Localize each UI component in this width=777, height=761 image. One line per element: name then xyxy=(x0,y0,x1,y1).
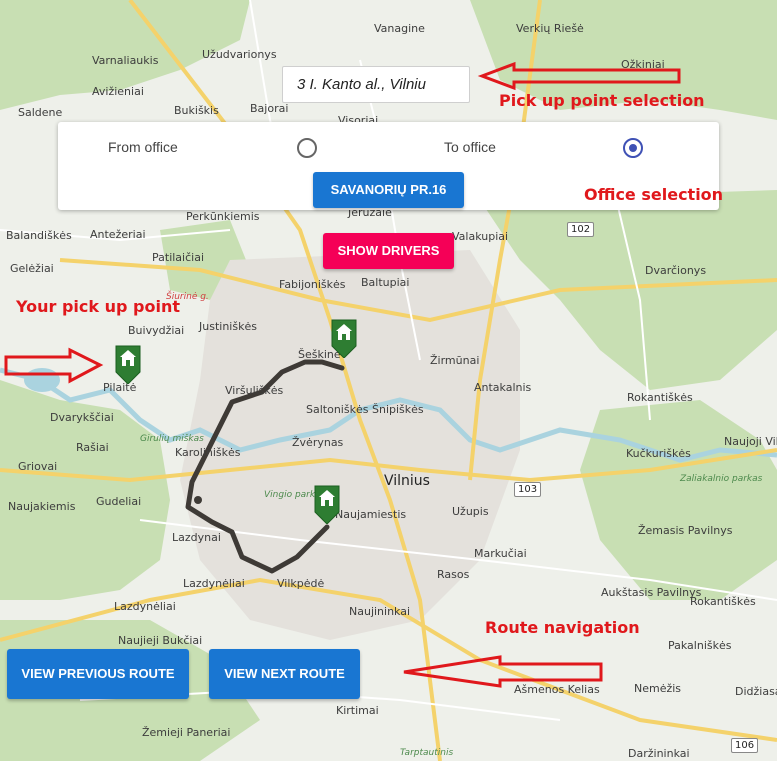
pickup-marker-icon[interactable] xyxy=(114,344,142,384)
route-waypoint xyxy=(194,496,202,504)
place-label: Viršuliškės xyxy=(225,384,284,397)
from-office-radio[interactable] xyxy=(297,138,317,158)
place-label: Žvėrynas xyxy=(292,436,344,449)
place-label: Naujoji Vilnia xyxy=(724,435,777,448)
place-label: Žirmūnai xyxy=(430,354,480,367)
place-label: Verkių Riešė xyxy=(516,22,584,35)
office-marker-icon[interactable] xyxy=(330,318,358,358)
place-label: Antakalnis xyxy=(474,381,532,394)
show-drivers-button[interactable]: SHOW DRIVERS xyxy=(323,233,454,269)
annotation-pickup-selection: Pick up point selection xyxy=(499,91,705,110)
place-label: Ašmenos Kelias xyxy=(514,683,600,696)
park-label: Zaliakalnio parkas xyxy=(680,474,763,484)
place-label: Buivydžiai xyxy=(128,324,185,337)
view-next-route-button[interactable]: VIEW NEXT ROUTE xyxy=(209,649,360,699)
place-label: Griovai xyxy=(18,460,58,473)
place-label: Markučiai xyxy=(474,547,527,560)
place-label: Šnipiškės xyxy=(372,403,424,416)
place-label: Justiniškės xyxy=(199,320,257,333)
place-label: Rokantiškės xyxy=(627,391,693,404)
place-label: Daržininkai xyxy=(628,747,690,760)
place-label: Aukštasis Pavilnys xyxy=(601,586,702,599)
place-label: Fabijoniškės xyxy=(279,278,346,291)
annotation-your-pickup: Your pick up point xyxy=(16,297,180,316)
place-label: Rasos xyxy=(437,568,470,581)
lake xyxy=(24,368,60,392)
annotation-office-selection: Office selection xyxy=(584,185,724,204)
from-office-label: From office xyxy=(108,139,178,155)
view-previous-route-button[interactable]: VIEW PREVIOUS ROUTE xyxy=(7,649,189,699)
place-label: Žemieji Paneriai xyxy=(142,726,231,739)
place-label: Patilaičiai xyxy=(152,251,205,264)
office-marker-icon[interactable] xyxy=(313,484,341,524)
place-label: Naujininkai xyxy=(349,605,411,618)
place-label: Rašiai xyxy=(76,441,109,454)
place-label: Lazdynėliai xyxy=(183,577,245,590)
place-label: Užudvarionys xyxy=(202,48,277,61)
place-label: Rokantiškės xyxy=(690,595,756,608)
to-office-radio[interactable] xyxy=(623,138,643,158)
city-label: Vilnius xyxy=(384,473,430,489)
place-label: Užupis xyxy=(452,505,489,518)
place-label: Didžiasalis xyxy=(735,685,777,698)
place-label: Baltupiai xyxy=(361,276,410,289)
place-label: Valakupiai xyxy=(452,230,509,243)
place-label: Naujakiemis xyxy=(8,500,76,513)
road-shield: 106 xyxy=(731,738,759,753)
place-label: Vanagine xyxy=(374,22,425,35)
place-label: Tarptautinis xyxy=(400,748,454,758)
place-label: Perkūnkiemis xyxy=(186,210,260,223)
place-label: Varnaliaukis xyxy=(92,54,159,67)
place-label: Naujamiestis xyxy=(335,508,407,521)
place-label: Dvarykščiai xyxy=(50,411,114,424)
place-label: Žemasis Pavilnys xyxy=(638,524,733,537)
place-label: Saltoniškės xyxy=(306,403,369,416)
place-label: Vilkpėdė xyxy=(277,577,325,590)
place-label: Naujieji Bukčiai xyxy=(118,634,203,647)
pickup-address-input[interactable] xyxy=(282,66,470,103)
annotation-route-navigation: Route navigation xyxy=(485,618,640,637)
place-label: Ožkiniai xyxy=(621,58,665,71)
place-label: Lazdynai xyxy=(172,531,221,544)
place-label: Saldene xyxy=(18,106,63,119)
place-label: Bukiškis xyxy=(174,104,219,117)
place-label: Bajorai xyxy=(250,102,289,115)
road-shield: 103 xyxy=(514,482,542,497)
place-label: Gelėžiai xyxy=(10,262,54,275)
place-label: Karoliniškės xyxy=(175,446,241,459)
place-label: Gudeliai xyxy=(96,495,142,508)
place-label: Balandiškės xyxy=(6,229,72,242)
park-label: Girulių miškas xyxy=(140,434,204,444)
place-label: Nemėžis xyxy=(634,682,682,695)
place-label: Kirtimai xyxy=(336,704,379,717)
office-select-button[interactable]: SAVANORIŲ PR.16 xyxy=(313,172,464,208)
place-label: Pakalniškės xyxy=(668,639,732,652)
place-label: Lazdynėliai xyxy=(114,600,176,613)
road-shield: 102 xyxy=(567,222,595,237)
to-office-label: To office xyxy=(444,139,496,155)
place-label: Kučkuriškės xyxy=(626,447,691,460)
place-label: Avižieniai xyxy=(92,85,144,98)
place-label: Antežeriai xyxy=(90,228,146,241)
place-label: Dvarčionys xyxy=(645,264,707,277)
